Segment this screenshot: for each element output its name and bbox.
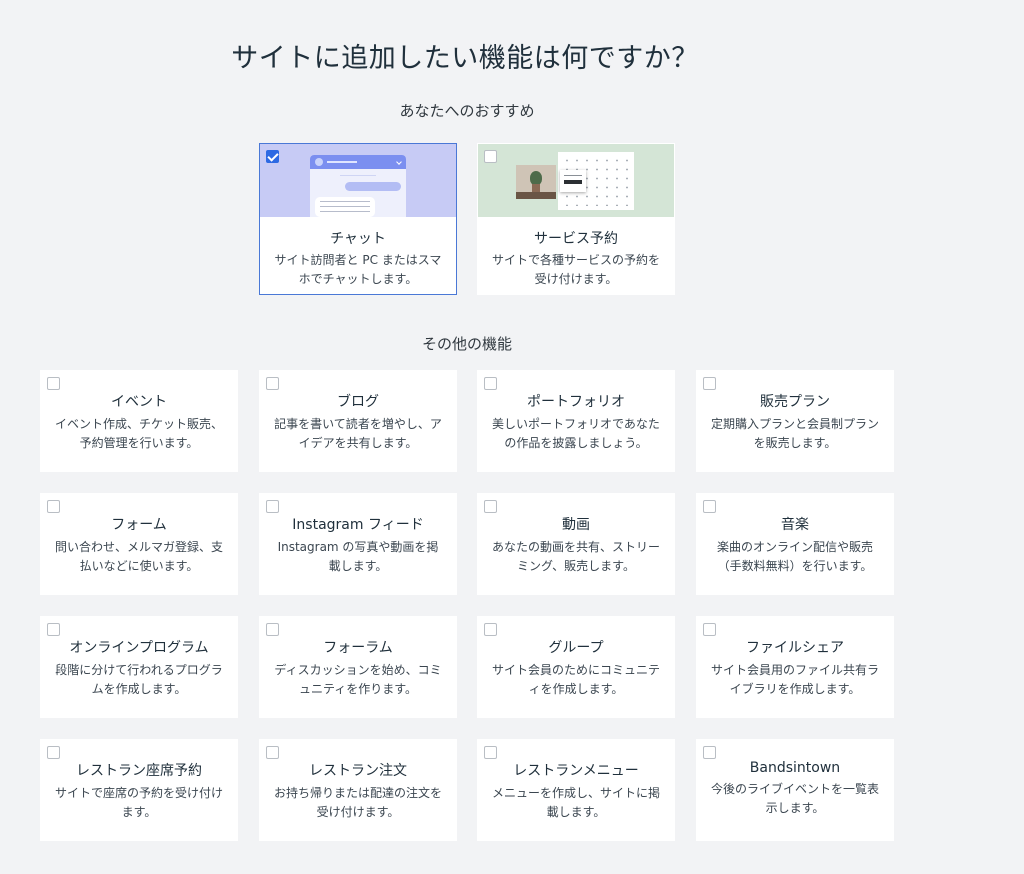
- feature-card[interactable]: Bandsintown 今後のライブイベントを一覧表示します。: [696, 739, 894, 841]
- page-title: サイトに追加したい機能は何ですか？: [231, 43, 699, 74]
- feature-card-chat[interactable]: チャット サイト訪問者と PC またはスマホでチャットします。: [259, 143, 457, 295]
- feature-name: オンラインプログラム: [69, 640, 209, 656]
- booking-checkbox[interactable]: [484, 150, 497, 163]
- chat-checkbox[interactable]: [266, 150, 279, 163]
- feature-card[interactable]: 販売プラン定期購入プランと会員制プランを販売します。: [696, 370, 894, 472]
- feature-checkbox[interactable]: [47, 623, 60, 636]
- feature-name: レストラン座席予約: [76, 763, 202, 779]
- feature-description: ディスカッションを始め、コミュニティを作ります。: [274, 663, 442, 696]
- feature-card[interactable]: レストラン座席予約サイトで座席の予約を受け付けます。: [40, 739, 238, 841]
- feature-name: 動画: [562, 517, 590, 533]
- feature-checkbox[interactable]: [47, 377, 60, 390]
- feature-description: 楽曲のオンライン配信や販売（手数料無料）を行います。: [716, 540, 873, 573]
- feature-name: サービス予約: [534, 231, 618, 247]
- feature-card[interactable]: ブログ記事を書いて読者を増やし、アイデアを共有します。: [259, 370, 457, 472]
- feature-card[interactable]: フォーム問い合わせ、メルマガ登録、支払いなどに使います。: [40, 493, 238, 595]
- feature-name: ブログ: [337, 394, 379, 410]
- feature-name: Instagram フィード: [292, 517, 424, 533]
- feature-description: イベント作成、チケット販売、予約管理を行います。: [54, 417, 223, 450]
- feature-checkbox[interactable]: [484, 746, 497, 759]
- booking-thumbnail: [478, 144, 674, 217]
- feature-name: フォーラム: [323, 640, 393, 656]
- feature-description: 記事を書いて読者を増やし、アイデアを共有します。: [274, 417, 442, 450]
- feature-checkbox[interactable]: [484, 623, 497, 636]
- feature-checkbox[interactable]: [484, 500, 497, 513]
- feature-description: サイト会員用のファイル共有ライブラリを作成します。: [710, 663, 879, 696]
- feature-name: グループ: [548, 640, 604, 656]
- feature-checkbox[interactable]: [47, 500, 60, 513]
- recommended-section-title: あなたへのおすすめ: [399, 102, 535, 120]
- other-section-title: その他の機能: [421, 335, 512, 353]
- feature-name: レストランメニュー: [513, 763, 639, 779]
- feature-description: 今後のライブイベントを一覧表示します。: [710, 782, 879, 815]
- feature-card[interactable]: Instagram フィード Instagram の写真や動画を掲載します。: [259, 493, 457, 595]
- feature-checkbox[interactable]: [266, 377, 279, 390]
- feature-description: サイトで各種サービスの予約を受け付けます。: [491, 253, 660, 286]
- feature-checkbox[interactable]: [47, 746, 60, 759]
- feature-description: 問い合わせ、メルマガ登録、支払いなどに使います。: [54, 540, 223, 573]
- feature-description: Instagram の写真や動画を掲載します。: [277, 540, 439, 573]
- feature-checkbox[interactable]: [703, 377, 716, 390]
- feature-name: 音楽: [781, 517, 809, 533]
- chat-thumbnail: [260, 144, 456, 217]
- feature-card[interactable]: イベントイベント作成、チケット販売、予約管理を行います。: [40, 370, 238, 472]
- feature-description: サイト訪問者と PC またはスマホでチャットします。: [274, 253, 442, 286]
- feature-description: あなたの動画を共有、ストリーミング、販売します。: [491, 540, 660, 573]
- feature-name: イベント: [111, 394, 167, 410]
- feature-card[interactable]: レストランメニューメニューを作成し、サイトに掲載します。: [477, 739, 675, 841]
- feature-card[interactable]: 動画あなたの動画を共有、ストリーミング、販売します。: [477, 493, 675, 595]
- feature-card[interactable]: オンラインプログラム段階に分けて行われるプログラムを作成します。: [40, 616, 238, 718]
- feature-description: メニューを作成し、サイトに掲載します。: [491, 786, 660, 819]
- feature-checkbox[interactable]: [703, 500, 716, 513]
- feature-description: サイトで座席の予約を受け付けます。: [54, 786, 223, 819]
- feature-description: お持ち帰りまたは配達の注文を受け付けます。: [273, 786, 442, 819]
- feature-name: レストラン注文: [309, 763, 407, 779]
- feature-checkbox[interactable]: [703, 623, 716, 636]
- feature-card[interactable]: フォーラムディスカッションを始め、コミュニティを作ります。: [259, 616, 457, 718]
- feature-checkbox[interactable]: [266, 623, 279, 636]
- feature-card[interactable]: ファイルシェアサイト会員用のファイル共有ライブラリを作成します。: [696, 616, 894, 718]
- feature-card[interactable]: 音楽楽曲のオンライン配信や販売（手数料無料）を行います。: [696, 493, 894, 595]
- feature-name: 販売プラン: [760, 394, 830, 410]
- feature-name: ファイルシェア: [746, 640, 844, 656]
- feature-name: Bandsintown: [749, 760, 841, 776]
- feature-card[interactable]: ポートフォリオ美しいポートフォリオであなたの作品を披露しましょう。: [477, 370, 675, 472]
- feature-name: フォーム: [111, 517, 167, 533]
- feature-name: チャット: [330, 231, 386, 247]
- feature-description: 定期購入プランと会員制プランを販売します。: [710, 417, 879, 450]
- feature-card-booking[interactable]: サービス予約 サイトで各種サービスの予約を受け付けます。: [477, 143, 675, 295]
- feature-description: 美しいポートフォリオであなたの作品を披露しましょう。: [492, 417, 660, 450]
- feature-checkbox[interactable]: [484, 377, 497, 390]
- feature-name: ポートフォリオ: [527, 394, 625, 410]
- feature-card[interactable]: レストラン注文お持ち帰りまたは配達の注文を受け付けます。: [259, 739, 457, 841]
- feature-card[interactable]: グループサイト会員のためにコミュニティを作成します。: [477, 616, 675, 718]
- feature-description: サイト会員のためにコミュニティを作成します。: [491, 663, 660, 696]
- feature-checkbox[interactable]: [266, 746, 279, 759]
- feature-checkbox[interactable]: [266, 500, 279, 513]
- feature-checkbox[interactable]: [703, 746, 716, 759]
- feature-description: 段階に分けて行われるプログラムを作成します。: [55, 663, 223, 696]
